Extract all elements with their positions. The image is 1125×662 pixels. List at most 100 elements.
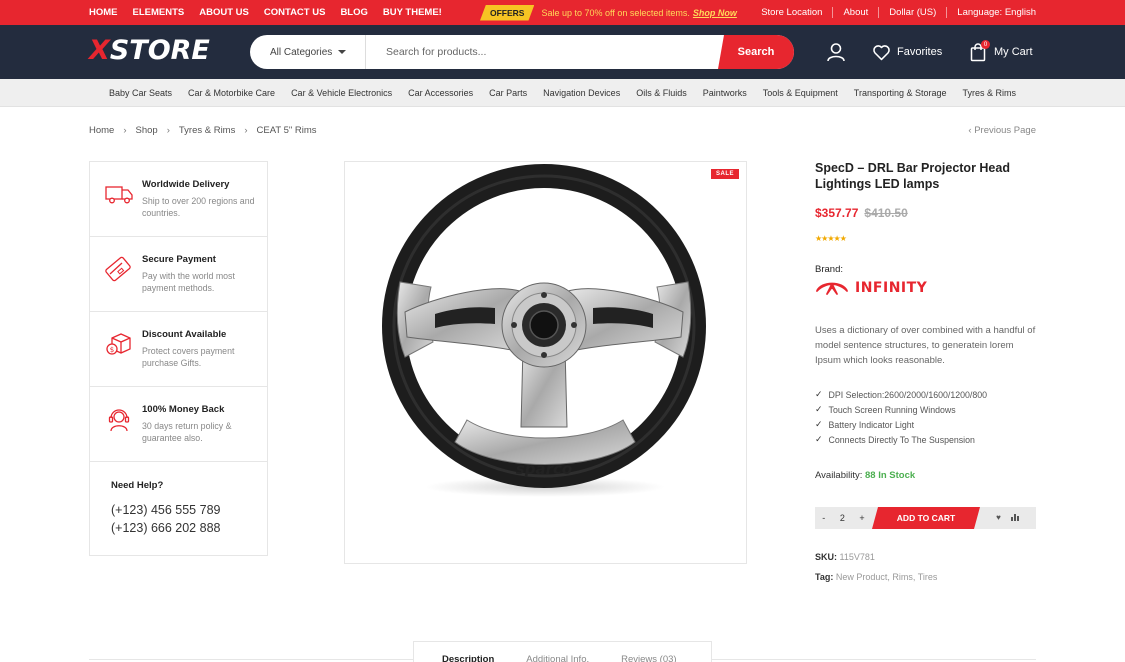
top-bar: HOME ELEMENTS ABOUT US CONTACT US BLOG B…: [0, 0, 1125, 25]
site-logo[interactable]: XSTORE: [89, 35, 210, 66]
category-car-vehicle-electronics[interactable]: Car & Vehicle Electronics: [291, 88, 392, 98]
product-title: SpecD – DRL Bar Projector Head Lightings…: [815, 161, 1010, 191]
account-button[interactable]: [826, 25, 846, 79]
cart-button[interactable]: 0 My Cart: [970, 25, 1033, 79]
secondary-actions: ♥: [980, 513, 1036, 523]
search-button[interactable]: Search: [718, 35, 794, 69]
breadcrumb-shop[interactable]: Shop: [136, 125, 158, 136]
divider: [878, 7, 880, 18]
feature-list-item: ✓ Battery Indicator Light: [815, 417, 987, 432]
feature-list-text: Touch Screen Running Windows: [828, 404, 956, 415]
check-icon: ✓: [815, 389, 823, 399]
feature-description: Ship to over 200 regions and countries.: [142, 196, 255, 218]
feature-list-item: ✓ Touch Screen Running Windows: [815, 402, 987, 417]
feature-list-item: ✓ DPI Selection:2600/2000/1600/1200/800: [815, 387, 987, 402]
category-oils-fluids[interactable]: Oils & Fluids: [636, 88, 687, 98]
tab-description[interactable]: Description: [414, 654, 494, 662]
user-icon: [827, 43, 845, 62]
category-baby-car-seats[interactable]: Baby Car Seats: [109, 88, 172, 98]
qty-minus-button[interactable]: -: [822, 513, 825, 523]
product-tabs: Description Additional Info. Reviews (03…: [413, 641, 712, 662]
wishlist-heart-icon[interactable]: ♥: [996, 513, 1001, 523]
availability-label: Availability:: [815, 470, 863, 481]
tag-label: Tag:: [815, 572, 834, 582]
category-car-parts[interactable]: Car Parts: [489, 88, 527, 98]
shop-now-link[interactable]: Shop Now: [693, 8, 737, 18]
add-to-cart-row: - 2 + ADD TO CART ♥: [815, 507, 1036, 529]
sku-value: 115V781: [839, 552, 875, 562]
feature-item: Secure Payment Pay with the world most p…: [90, 237, 267, 312]
divider: [832, 7, 834, 18]
current-price: $357.77: [815, 206, 859, 220]
chevron-right-icon: ›: [166, 125, 170, 136]
category-car-accessories[interactable]: Car Accessories: [408, 88, 473, 98]
qty-plus-button[interactable]: +: [859, 513, 864, 523]
product-description: Uses a dictionary of over combined with …: [815, 325, 1036, 366]
need-help-title: Need Help?: [111, 480, 164, 491]
breadcrumb-home[interactable]: Home: [89, 125, 114, 136]
currency-selector[interactable]: Dollar (US): [889, 7, 936, 18]
old-price: $410.50: [864, 206, 908, 220]
credit-card-icon: [105, 256, 131, 282]
feature-title: Worldwide Delivery: [142, 179, 230, 190]
feature-item: Worldwide Delivery Ship to over 200 regi…: [90, 162, 267, 237]
top-nav-elements[interactable]: ELEMENTS: [133, 7, 185, 18]
chevron-right-icon: ›: [123, 125, 127, 136]
category-tyres-rims[interactable]: Tyres & Rims: [963, 88, 1017, 98]
category-transporting-storage[interactable]: Transporting & Storage: [854, 88, 947, 98]
category-tools-equipment[interactable]: Tools & Equipment: [763, 88, 838, 98]
product-price: $357.77 $410.50: [815, 206, 908, 220]
breadcrumb: Home › Shop › Tyres & Rims › CEAT 5" Rim…: [89, 125, 317, 136]
check-icon: ✓: [815, 419, 823, 429]
top-nav-about-us[interactable]: ABOUT US: [199, 7, 249, 18]
previous-page-link[interactable]: ‹ Previous Page: [968, 125, 1036, 136]
language-selector[interactable]: Language: English: [957, 7, 1036, 18]
check-icon: ✓: [815, 404, 823, 414]
category-dropdown[interactable]: All Categories: [250, 35, 366, 69]
sku-label: SKU:: [815, 552, 837, 562]
feature-list-text: Connects Directly To The Suspension: [828, 434, 975, 445]
feature-item: $ Discount Available Protect covers paym…: [90, 312, 267, 387]
product-image[interactable]: SALE sparco: [344, 161, 747, 564]
qty-value[interactable]: 2: [840, 513, 845, 523]
store-location-link[interactable]: Store Location: [761, 7, 822, 18]
previous-page-label: Previous Page: [974, 125, 1036, 136]
discount-box-icon: $: [106, 333, 131, 355]
compare-chart-icon[interactable]: [1010, 513, 1020, 523]
feature-description: Pay with the world most payment methods.: [142, 271, 235, 293]
tab-additional-info[interactable]: Additional Info.: [494, 654, 589, 662]
top-nav-home[interactable]: HOME: [89, 7, 118, 18]
headset-icon: [108, 409, 130, 432]
feature-description: 30 days return policy & guarantee also.: [142, 421, 232, 443]
category-car-motorbike-care[interactable]: Car & Motorbike Care: [188, 88, 275, 98]
brand-logo[interactable]: INFINITY: [815, 279, 927, 297]
top-right-links: Store Location About Dollar (US) Languag…: [761, 0, 1036, 25]
top-nav-contact-us[interactable]: CONTACT US: [264, 7, 326, 18]
tab-reviews[interactable]: Reviews (03): [589, 654, 676, 662]
favorites-button[interactable]: Favorites: [872, 25, 942, 79]
cart-label: My Cart: [994, 46, 1033, 58]
category-navigation-devices[interactable]: Navigation Devices: [543, 88, 620, 98]
logo-text: STORE: [109, 35, 210, 66]
top-nav-blog[interactable]: BLOG: [340, 7, 367, 18]
feature-list: ✓ DPI Selection:2600/2000/1600/1200/800 ✓…: [815, 387, 987, 447]
steering-wheel-image: sparco: [382, 164, 706, 497]
main-header: XSTORE All Categories Search Favorites 0…: [0, 25, 1125, 79]
tag-values[interactable]: New Product, Rims, Tires: [836, 572, 938, 582]
help-phone-2[interactable]: (+123) 666 202 888: [111, 521, 220, 535]
feature-description: Protect covers payment purchase Gifts.: [142, 346, 235, 368]
category-paintworks[interactable]: Paintworks: [703, 88, 747, 98]
breadcrumb-current: CEAT 5" Rims: [256, 125, 317, 136]
feature-list-item: ✓ Connects Directly To The Suspension: [815, 432, 987, 447]
brand-name: INFINITY: [855, 280, 928, 296]
top-nav-buy-theme[interactable]: BUY THEME!: [383, 7, 442, 18]
about-link[interactable]: About: [843, 7, 868, 18]
features-sidebar: Worldwide Delivery Ship to over 200 regi…: [89, 161, 268, 556]
help-phone-1[interactable]: (+123) 456 555 789: [111, 503, 220, 517]
category-dropdown-label: All Categories: [270, 46, 333, 58]
breadcrumb-tyres-rims[interactable]: Tyres & Rims: [179, 125, 235, 136]
search-input[interactable]: [366, 35, 718, 69]
add-to-cart-button[interactable]: ADD TO CART: [872, 507, 980, 529]
truck-icon: [105, 186, 133, 204]
feature-title: 100% Money Back: [142, 404, 225, 415]
